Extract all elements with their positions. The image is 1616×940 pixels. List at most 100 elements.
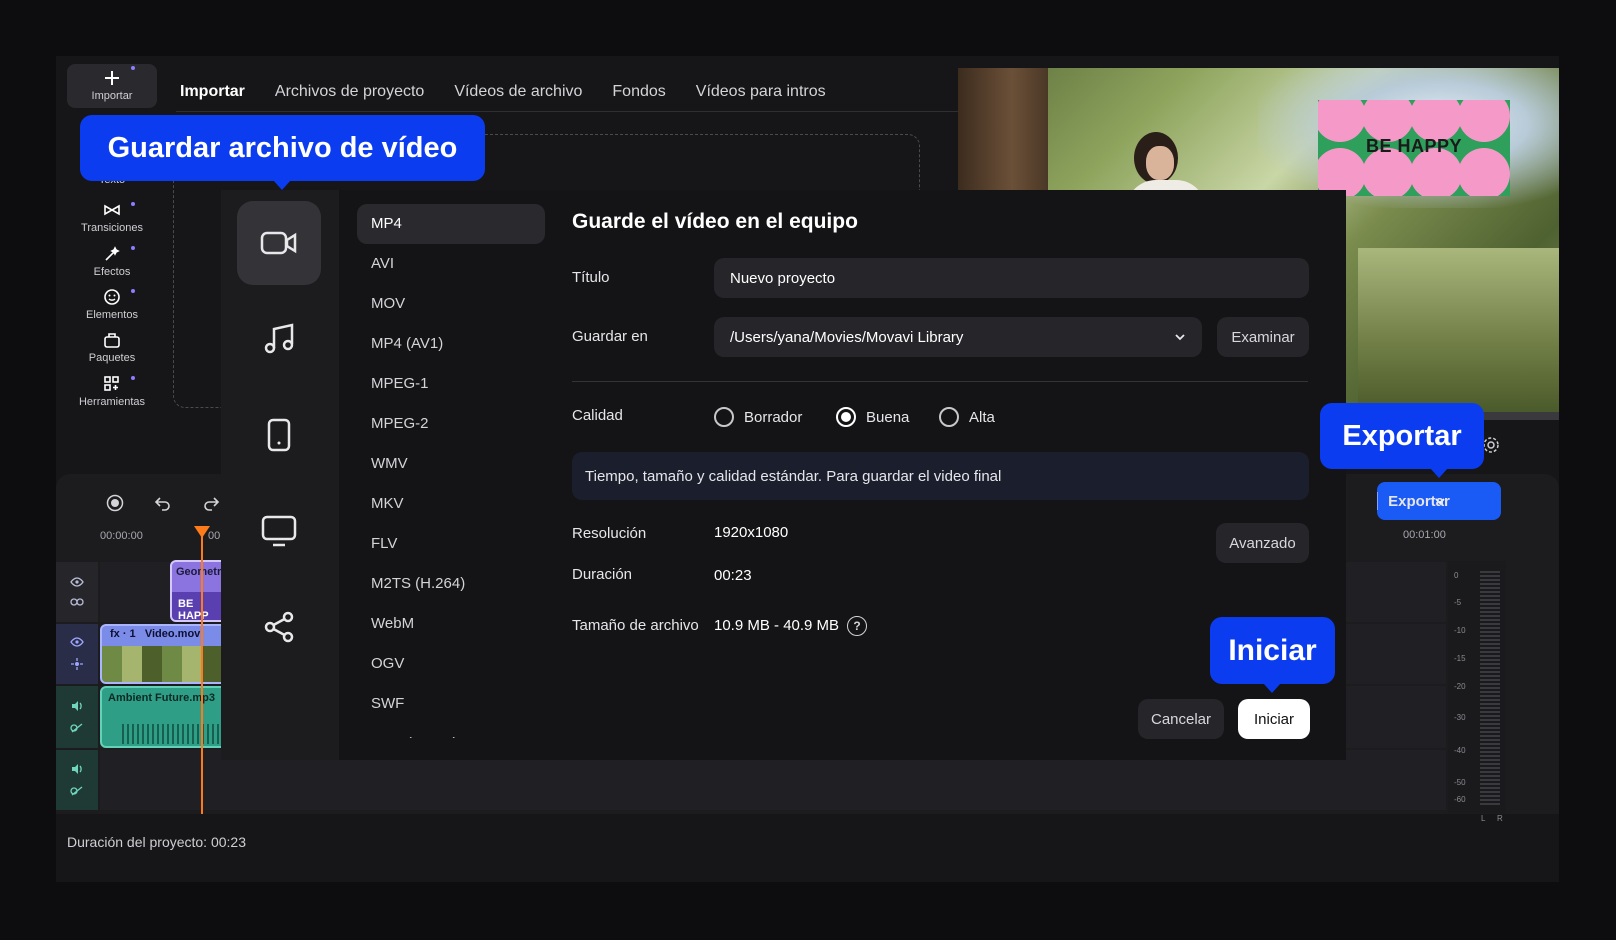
title-label: Título — [572, 269, 610, 286]
format-mpeg2[interactable]: MPEG-2 — [357, 404, 545, 444]
resolution-label: Resolución — [572, 525, 647, 542]
callout-text: Exportar — [1342, 419, 1462, 452]
start-button-label: Iniciar — [1253, 710, 1294, 728]
video-clip[interactable]: fx · 1 Video.mov — [100, 624, 230, 684]
duration-value: 00:23 — [714, 567, 752, 584]
format-swf[interactable]: SWF — [357, 684, 545, 724]
sticker-text: BE HAPPY — [1365, 136, 1463, 156]
tools-grid-icon — [104, 376, 119, 391]
tool-elements[interactable]: Elementos — [67, 287, 157, 321]
tool-packages[interactable]: Paquetes — [67, 330, 157, 364]
project-duration: Duración del proyecto: 00:23 — [67, 834, 246, 850]
mobile-phone-icon — [267, 418, 291, 452]
browse-button-label: Examinar — [1231, 328, 1295, 346]
vu-level: -10 — [1454, 626, 1466, 635]
format-wmv[interactable]: WMV — [357, 444, 545, 484]
tab-import[interactable]: Importar — [180, 83, 245, 101]
channel-right: R — [1497, 814, 1503, 823]
clip-audio-name: Ambient Future.mp3 — [108, 692, 215, 704]
quality-option-label: Borrador — [744, 408, 803, 426]
format-mp4-av1[interactable]: MP4 (AV1) — [357, 324, 545, 364]
tool-label: Transiciones — [81, 222, 143, 234]
radio-circle — [939, 407, 959, 427]
tool-transitions[interactable]: Transiciones — [67, 200, 157, 234]
tab-project-files[interactable]: Archivos de proyecto — [275, 83, 424, 101]
undo-button[interactable] — [152, 492, 174, 514]
category-video[interactable] — [237, 201, 321, 285]
tool-label: Efectos — [93, 266, 131, 278]
quality-high-radio[interactable]: Alta — [939, 407, 995, 427]
link-icon[interactable] — [70, 597, 84, 607]
advanced-button[interactable]: Avanzado — [1216, 523, 1309, 563]
audio-clip[interactable]: Ambient Future.mp3 — [100, 686, 230, 748]
tool-import[interactable]: Importar — [67, 64, 157, 108]
format-webm[interactable]: WebM — [357, 604, 545, 644]
quality-draft-radio[interactable]: Borrador — [714, 407, 802, 427]
volume-icon[interactable] — [70, 763, 84, 775]
tool-tools[interactable]: Herramientas — [67, 374, 157, 408]
preview-grass — [1358, 248, 1559, 412]
quality-option-label: Buena — [866, 408, 910, 426]
save-location-select[interactable]: /Users/yana/Movies/Movavi Library — [714, 317, 1202, 357]
format-avi[interactable]: AVI — [357, 244, 545, 284]
video-camera-icon — [260, 231, 297, 255]
record-icon — [106, 494, 124, 512]
tool-effects[interactable]: Efectos — [67, 244, 157, 278]
advanced-button-label: Avanzado — [1229, 534, 1296, 552]
vu-level: -30 — [1454, 713, 1466, 722]
export-form: Guarde el vídeo en el equipo Título Nuev… — [572, 190, 1312, 760]
duration-label: Duración — [572, 566, 633, 583]
callout-export: Exportar — [1320, 403, 1484, 478]
effects-icon — [105, 246, 120, 261]
eye-icon[interactable] — [70, 637, 84, 647]
vu-level: -5 — [1454, 598, 1462, 607]
audio-track-controls — [56, 686, 98, 748]
cancel-button[interactable]: Cancelar — [1138, 699, 1224, 739]
eye-icon[interactable] — [70, 577, 84, 587]
category-audio[interactable] — [237, 297, 321, 381]
clip-video-name: Video.mov — [144, 628, 201, 640]
title-field-value: Nuevo proyecto — [730, 269, 836, 287]
radio-circle — [714, 407, 734, 427]
be-happy-sticker: BE HAPPY — [1318, 100, 1510, 196]
format-flv[interactable]: FLV — [357, 524, 545, 564]
tool-label: Paquetes — [88, 352, 136, 364]
export-dialog: MP4 AVI MOV MP4 (AV1) MPEG-1 MPEG-2 WMV … — [221, 190, 1346, 760]
category-share[interactable] — [237, 585, 321, 669]
help-icon[interactable]: ? — [847, 616, 867, 636]
format-m2ts[interactable]: M2TS (H.264) — [357, 564, 545, 604]
tab-stock-videos[interactable]: Vídeos de archivo — [454, 83, 582, 101]
format-mpeg1[interactable]: MPEG-1 — [357, 364, 545, 404]
record-button[interactable] — [104, 492, 126, 514]
tab-backgrounds[interactable]: Fondos — [612, 83, 665, 101]
vu-level: 0 — [1454, 571, 1459, 580]
ruler-time-end: 00:01:00 — [1403, 529, 1446, 541]
title-field[interactable]: Nuevo proyecto — [714, 258, 1309, 298]
tab-intro-videos[interactable]: Vídeos para intros — [696, 83, 826, 101]
redo-button[interactable] — [200, 492, 222, 514]
start-button[interactable]: Iniciar — [1238, 699, 1310, 739]
radio-circle — [836, 407, 856, 427]
format-mov[interactable]: MOV — [357, 284, 545, 324]
quality-option-label: Alta — [969, 408, 995, 426]
export-button[interactable]: Exportar — [1377, 482, 1501, 520]
vu-bars — [1480, 571, 1500, 807]
format-ogv[interactable]: OGV — [357, 644, 545, 684]
gear-icon[interactable] — [1482, 436, 1500, 454]
unlink-icon[interactable] — [70, 785, 84, 797]
volume-icon[interactable] — [70, 700, 84, 712]
category-tv[interactable] — [237, 489, 321, 573]
browse-button[interactable]: Examinar — [1217, 317, 1309, 357]
clip-title-name: Geometr — [176, 566, 222, 578]
quality-good-radio[interactable]: Buena — [836, 407, 909, 427]
effects-toggle-icon[interactable] — [70, 657, 84, 671]
format-mp4[interactable]: MP4 — [357, 204, 545, 244]
format-mkv[interactable]: MKV — [357, 484, 545, 524]
audio-waveform — [122, 724, 222, 744]
save-location-value: /Users/yana/Movies/Movavi Library — [730, 328, 964, 346]
music-note-icon — [264, 323, 294, 354]
playhead-line[interactable] — [201, 532, 203, 822]
form-divider — [572, 381, 1308, 382]
unlink-icon[interactable] — [70, 722, 84, 734]
category-device[interactable] — [237, 393, 321, 477]
